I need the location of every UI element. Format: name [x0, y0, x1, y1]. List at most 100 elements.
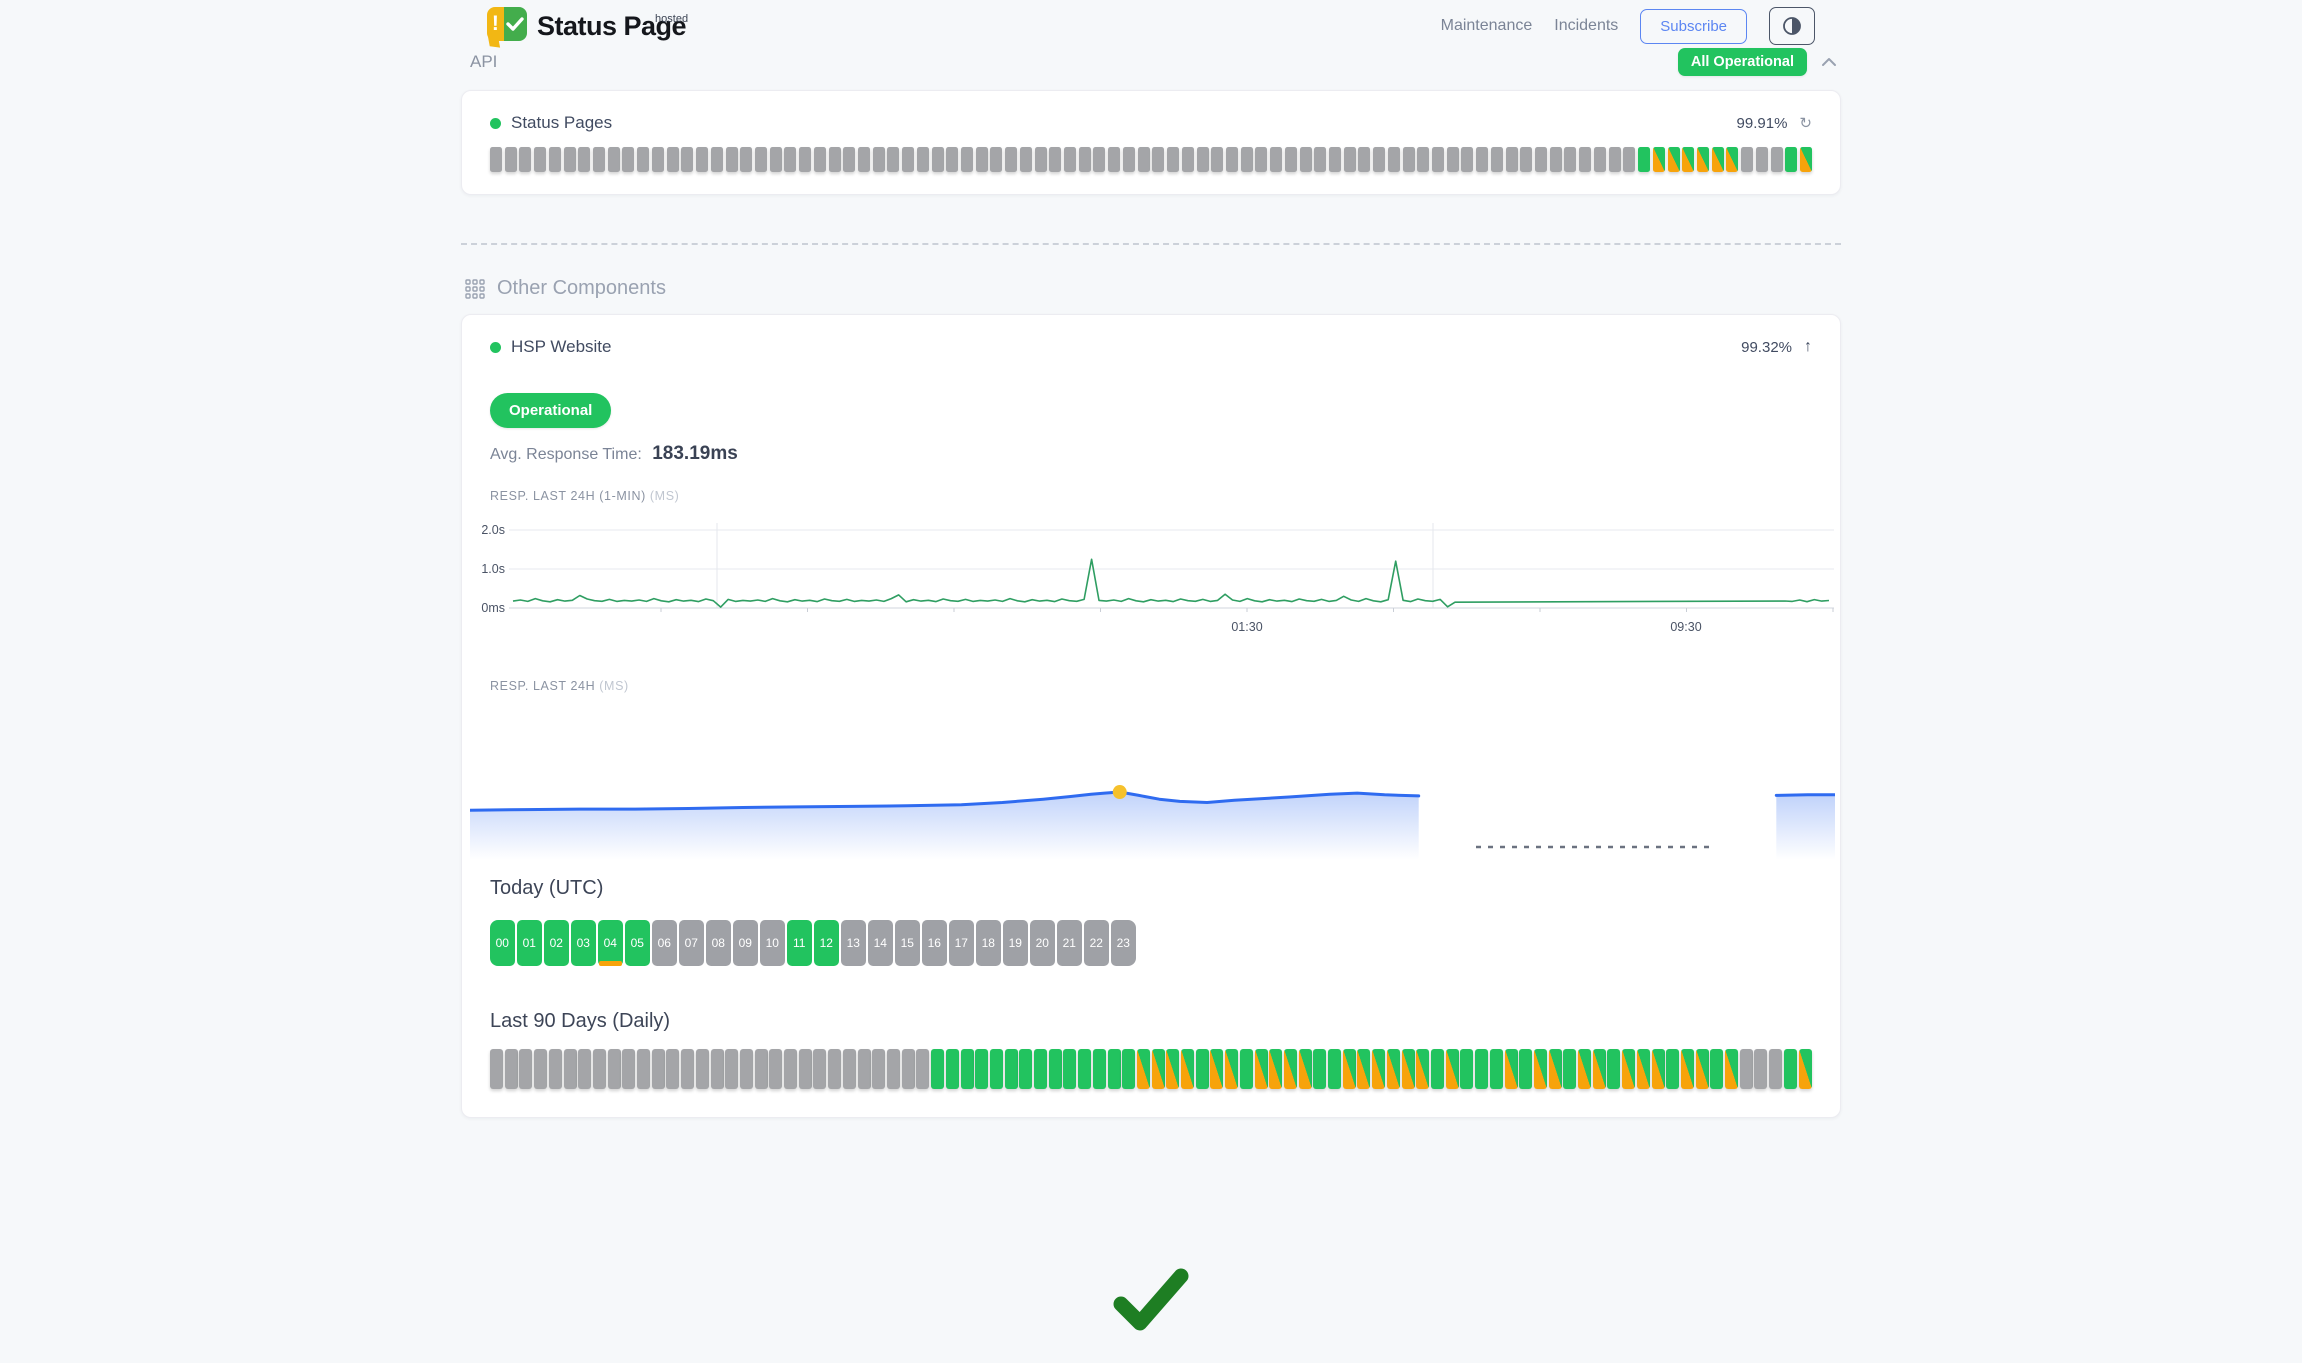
uptime-bar: [637, 147, 649, 172]
big-check-icon: [1107, 1266, 1195, 1336]
uptime-bar: [873, 147, 885, 172]
uptime-bar: [1269, 1049, 1282, 1089]
uptime-bar: [990, 1049, 1003, 1089]
section-divider: [461, 243, 1841, 245]
hour-block-08: 08: [706, 920, 731, 966]
uptime-bar: [1799, 1049, 1812, 1089]
uptime-bar: [829, 147, 841, 172]
hour-block-11: 11: [787, 920, 812, 966]
bubble-tail: [488, 36, 500, 47]
uptime-bar: [578, 147, 590, 172]
uptime-bar: [564, 1049, 577, 1089]
uptime-bar: [711, 1049, 724, 1089]
uptime-bar: [1270, 147, 1282, 172]
uptime-bar: [726, 147, 738, 172]
uptime-bar: [1093, 147, 1105, 172]
uptime-bar: [1607, 1049, 1620, 1089]
chevron-up-icon[interactable]: [1821, 57, 1837, 67]
incidents-footer: No recent incidents To view all past inc…: [461, 1266, 1841, 1363]
uptime-bar: [1638, 147, 1650, 172]
refresh-icon[interactable]: ↻: [1799, 116, 1812, 131]
uptime-bar: [740, 1049, 753, 1089]
uptime-bar: [1579, 147, 1591, 172]
uptime-bar: [622, 1049, 635, 1089]
hour-block-01: 01: [517, 920, 542, 966]
uptime-bar: [1196, 1049, 1209, 1089]
operational-badge: Operational: [490, 393, 611, 428]
uptime-bar: [1357, 1049, 1370, 1089]
avg-response-value: 183.19ms: [652, 443, 738, 464]
subscribe-button[interactable]: Subscribe: [1640, 9, 1747, 44]
uptime-bar: [1020, 147, 1032, 172]
uptime-bar: [1637, 1049, 1650, 1089]
uptime-bar: [608, 1049, 621, 1089]
uptime-bar: [1226, 147, 1238, 172]
uptime-bar: [652, 147, 664, 172]
uptime-bar: [681, 1049, 694, 1089]
uptime-bar: [667, 147, 679, 172]
uptime-bar: [946, 147, 958, 172]
uptime-bar: [1491, 147, 1503, 172]
uptime-bar: [1093, 1049, 1106, 1089]
uptime-bar: [1623, 147, 1635, 172]
chart1-label-text: RESP. LAST 24H (1-MIN): [490, 489, 646, 503]
hour-block-05: 05: [625, 920, 650, 966]
check-icon: [504, 7, 527, 41]
uptime-bar: [1240, 1049, 1253, 1089]
hsp-website-card: HSP Website 99.32% ↑ Operational Avg. Re…: [461, 314, 1841, 1118]
uptime-bar: [961, 147, 973, 172]
uptime-bar: [1005, 1049, 1018, 1089]
svg-text:01:30: 01:30: [1231, 620, 1262, 634]
uptime-bar: [902, 147, 914, 172]
theme-toggle-button[interactable]: [1769, 7, 1815, 45]
half-moon-icon: [1781, 15, 1803, 37]
uptime-bar: [505, 1049, 518, 1089]
last90-heading: Last 90 Days (Daily): [490, 1010, 1812, 1033]
uptime-bar: [799, 147, 811, 172]
collapse-arrow-icon[interactable]: ↑: [1804, 339, 1812, 355]
uptime-bar: [1784, 1049, 1797, 1089]
data-point-marker[interactable]: [1113, 785, 1127, 799]
uptime-bar: [1358, 147, 1370, 172]
brand-logo-icon: !: [487, 7, 527, 45]
uptime-bar: [1313, 1049, 1326, 1089]
component-name: HSP Website: [511, 337, 611, 357]
other-components-header: Other Components: [461, 277, 1841, 300]
uptime-bar: [1225, 1049, 1238, 1089]
uptime-bar: [1210, 1049, 1223, 1089]
uptime-bar: [872, 1049, 885, 1089]
uptime-bar: [725, 1049, 738, 1089]
uptime-bar: [1712, 147, 1724, 172]
uptime-bar: [1741, 147, 1753, 172]
nav-incidents[interactable]: Incidents: [1554, 17, 1618, 35]
chart1-label: RESP. LAST 24H (1-MIN) (MS): [490, 489, 1812, 503]
uptime-bar: [1505, 1049, 1518, 1089]
svg-text:0ms: 0ms: [481, 601, 505, 615]
all-operational-badge[interactable]: All Operational: [1678, 48, 1807, 76]
uptime-bar: [976, 147, 988, 172]
uptime-bar: [902, 1049, 915, 1089]
uptime-bar: [1769, 1049, 1782, 1089]
uptime-bar: [1563, 1049, 1576, 1089]
uptime-bar: [519, 147, 531, 172]
uptime-bar: [1387, 1049, 1400, 1089]
uptime-bar: [1756, 147, 1768, 172]
daily-uptime-strip: [490, 1049, 1812, 1089]
uptime-bar: [1432, 147, 1444, 172]
hour-block-04: 04: [598, 920, 623, 966]
uptime-bar: [622, 147, 634, 172]
hour-block-17: 17: [949, 920, 974, 966]
hour-block-13: 13: [841, 920, 866, 966]
uptime-bar: [711, 147, 723, 172]
status-pages-row: Status Pages 99.91% ↻: [490, 113, 1812, 133]
uptime-bar: [946, 1049, 959, 1089]
uptime-bar: [1402, 1049, 1415, 1089]
uptime-bar: [1740, 1049, 1753, 1089]
uptime-bar: [1447, 147, 1459, 172]
chart1-unit: (MS): [650, 489, 679, 503]
uptime-bar: [1373, 147, 1385, 172]
uptime-bar: [1653, 147, 1665, 172]
nav-maintenance[interactable]: Maintenance: [1441, 17, 1533, 35]
uptime-bar: [740, 147, 752, 172]
component-name: Status Pages: [511, 113, 612, 133]
